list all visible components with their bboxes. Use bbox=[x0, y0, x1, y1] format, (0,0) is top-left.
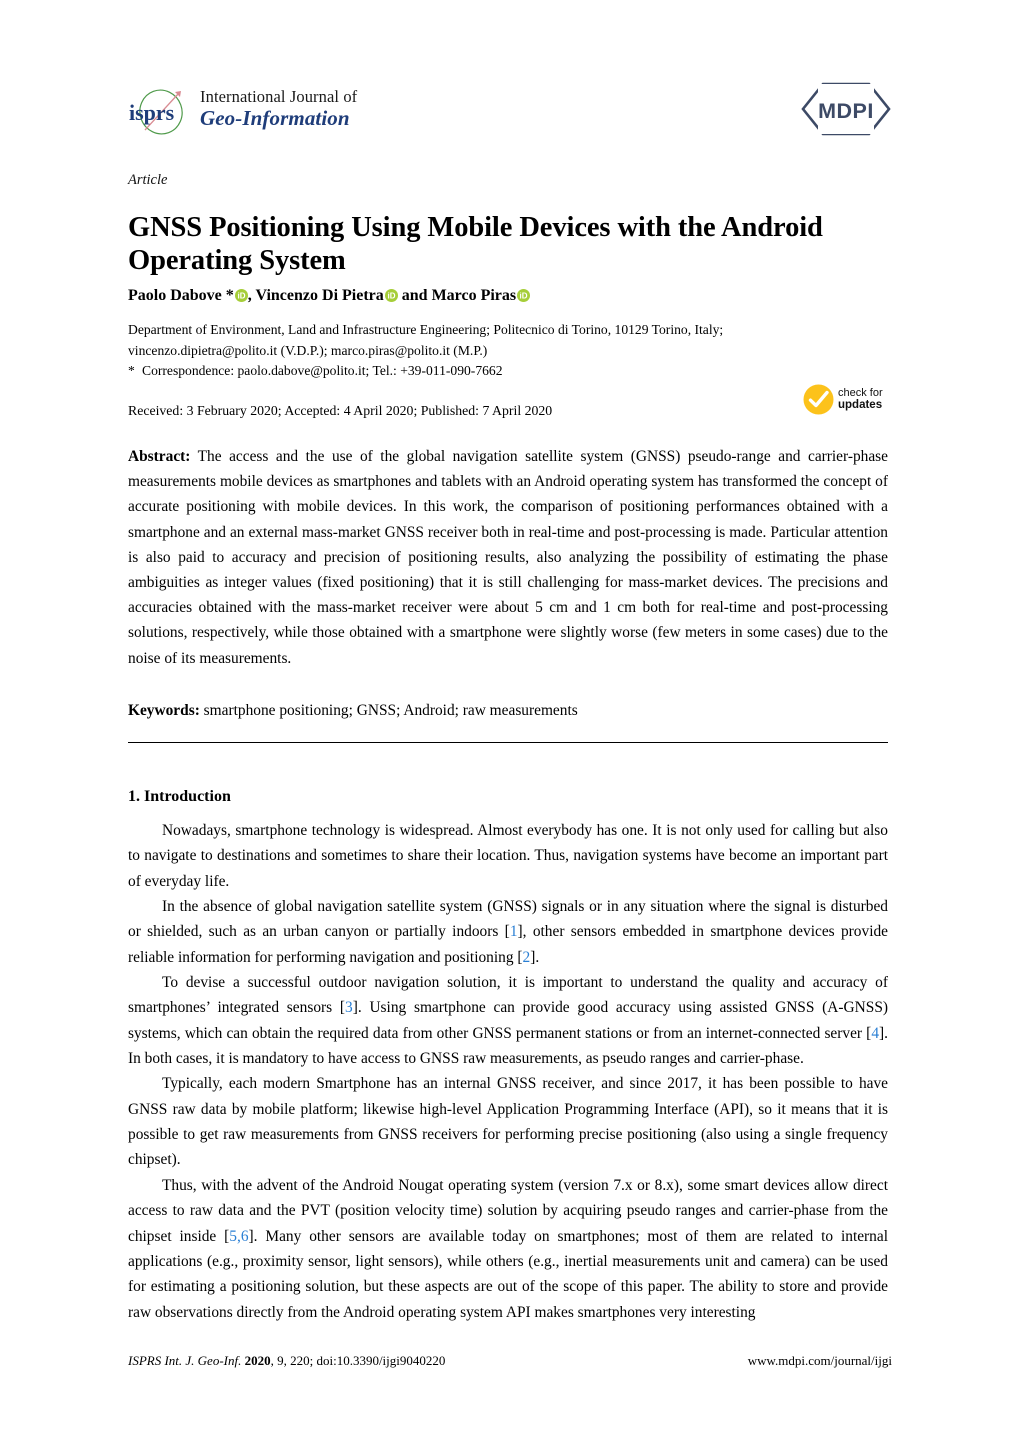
journal-name-line2: Geo-Information bbox=[200, 106, 350, 130]
author-separator-2: and bbox=[397, 287, 432, 304]
correspondence-row: * Correspondence: paolo.dabove@polito.it… bbox=[128, 361, 888, 382]
affiliation-line-2: vincenzo.dipietra@polito.it (V.D.P.); ma… bbox=[128, 342, 488, 358]
author-list: Paolo Dabove * iD, Vincenzo Di Pietra iD a… bbox=[128, 286, 531, 306]
keywords-label: Keywords: bbox=[128, 702, 200, 719]
svg-text:iD: iD bbox=[237, 292, 245, 301]
correspondence-marker: * bbox=[128, 363, 135, 378]
mdpi-logo-icon: MDPI bbox=[800, 82, 892, 136]
abstract-text: The access and the use of the global nav… bbox=[128, 448, 888, 667]
publication-dates: Received: 3 February 2020; Accepted: 4 A… bbox=[128, 403, 553, 418]
paragraph-text: Nowadays, smartphone technology is wides… bbox=[128, 822, 888, 890]
section-divider bbox=[128, 742, 888, 743]
introduction-body: Nowadays, smartphone technology is wides… bbox=[128, 818, 888, 1325]
svg-text:MDPI: MDPI bbox=[818, 99, 874, 123]
isprs-logo-icon: isprs bbox=[128, 88, 190, 138]
affiliation-block: Department of Environment, Land and Infr… bbox=[128, 320, 888, 382]
citation-link[interactable]: 1 bbox=[510, 923, 518, 940]
footer-journal-abbrev: ISPRS Int. J. Geo-Inf. bbox=[128, 1353, 242, 1368]
keywords-section: Keywords: smartphone positioning; GNSS; … bbox=[128, 698, 888, 723]
paragraph: To devise a successful outdoor navigatio… bbox=[128, 970, 888, 1071]
journal-name-line1: International Journal of bbox=[200, 87, 358, 106]
page-title: GNSS Positioning Using Mobile Devices wi… bbox=[128, 212, 823, 277]
footer-website[interactable]: www.mdpi.com/journal/ijgi bbox=[748, 1352, 892, 1369]
paper-page: isprs International Journal of Geo-Infor… bbox=[0, 0, 1020, 1442]
affiliation-line-1: Department of Environment, Land and Infr… bbox=[128, 322, 724, 337]
journal-title-group: International Journal of Geo-Information bbox=[200, 84, 357, 130]
crossmark-text: check for updates bbox=[838, 387, 883, 412]
crossmark-badge[interactable]: check for updates bbox=[803, 382, 895, 416]
paragraph: In the absence of global navigation sate… bbox=[128, 894, 888, 970]
author-separator-1: , bbox=[247, 287, 256, 304]
author-name-2: Vincenzo Di Pietra bbox=[255, 287, 384, 304]
article-type-label: Article bbox=[128, 172, 168, 188]
footer-volume-doi: , 9, 220; doi:10.3390/ijgi9040220 bbox=[270, 1353, 446, 1368]
footer-citation: ISPRS Int. J. Geo-Inf. 2020, 9, 220; doi… bbox=[128, 1352, 445, 1369]
svg-text:isprs: isprs bbox=[129, 100, 175, 125]
paragraph: Thus, with the advent of the Android Nou… bbox=[128, 1173, 888, 1325]
citation-link[interactable]: 4 bbox=[871, 1025, 879, 1042]
section-heading-introduction: 1. Introduction bbox=[128, 788, 231, 805]
abstract-label: Abstract: bbox=[128, 448, 191, 465]
journal-branding: isprs International Journal of Geo-Infor… bbox=[128, 84, 357, 138]
author-name-1: Paolo Dabove * bbox=[128, 287, 234, 304]
masthead: isprs International Journal of Geo-Infor… bbox=[128, 82, 892, 146]
citation-link[interactable]: 5,6 bbox=[229, 1228, 248, 1245]
abstract-section: Abstract: The access and the use of the … bbox=[128, 444, 888, 671]
paragraph-text: ]. bbox=[530, 948, 540, 966]
footer-year: 2020 bbox=[244, 1353, 271, 1368]
paragraph-text: Typically, each modern Smartphone has an… bbox=[128, 1075, 888, 1169]
correspondence-line: Correspondence: paolo.dabove@polito.it; … bbox=[142, 363, 503, 378]
orcid-icon[interactable]: iD bbox=[384, 289, 398, 302]
keywords-text: smartphone positioning; GNSS; Android; r… bbox=[199, 702, 578, 719]
check-circle-icon bbox=[803, 384, 834, 414]
orcid-icon[interactable]: iD bbox=[517, 289, 531, 302]
page-footer: ISPRS Int. J. Geo-Inf. 2020, 9, 220; doi… bbox=[128, 1352, 892, 1369]
citation-link[interactable]: 3 bbox=[345, 999, 353, 1016]
paragraph: Nowadays, smartphone technology is wides… bbox=[128, 818, 888, 894]
orcid-icon[interactable]: iD bbox=[234, 289, 248, 302]
svg-text:iD: iD bbox=[387, 292, 395, 301]
svg-text:iD: iD bbox=[520, 292, 528, 301]
crossmark-line-1: check for bbox=[838, 386, 883, 399]
paragraph: Typically, each modern Smartphone has an… bbox=[128, 1071, 888, 1172]
crossmark-line-2: updates bbox=[838, 399, 883, 411]
author-name-3: Marco Piras bbox=[431, 287, 517, 304]
